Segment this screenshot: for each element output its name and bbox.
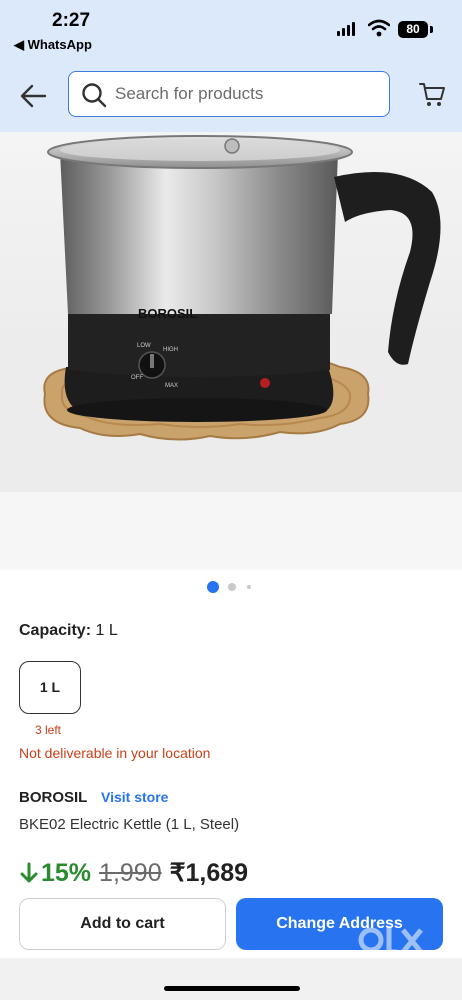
- capacity-value: 1 L: [95, 622, 118, 639]
- original-price: 1,990: [99, 858, 162, 887]
- carousel-indicator[interactable]: [0, 580, 462, 594]
- search-bar[interactable]: [68, 71, 390, 117]
- discount-percent: 15%: [41, 858, 92, 887]
- clock: 2:27: [52, 10, 91, 31]
- add-to-cart-button[interactable]: Add to cart: [19, 898, 226, 950]
- brand-name: BOROSIL: [19, 789, 88, 806]
- capacity-label: Capacity:: [19, 622, 92, 639]
- cellular-signal-icon: [337, 22, 355, 36]
- search-input[interactable]: [115, 72, 375, 115]
- cart-icon[interactable]: [418, 80, 446, 108]
- product-image[interactable]: BOROSIL LOW HIGH OFF MAX: [0, 132, 462, 492]
- status-bar: 2:27 ◀ WhatsApp 80: [0, 0, 462, 62]
- price-row: 15% 1,990 ₹1,689: [19, 855, 248, 891]
- svg-text:OFF: OFF: [131, 375, 143, 381]
- product-title: BKE02 Electric Kettle (1 L, Steel): [19, 816, 240, 833]
- image-gap: [0, 492, 462, 570]
- down-arrow-icon: [20, 862, 38, 883]
- carousel-dot-active[interactable]: [207, 581, 219, 593]
- footer-strip: [0, 958, 462, 1000]
- discount-badge: 15%: [19, 859, 91, 888]
- stock-left: 3 left: [35, 723, 62, 737]
- search-icon: [82, 83, 107, 108]
- visit-store-link[interactable]: Visit store: [101, 789, 168, 805]
- svg-text:LOW: LOW: [137, 343, 151, 349]
- battery-icon: 80: [398, 21, 428, 38]
- kettle-logo: BOROSIL: [138, 306, 197, 321]
- back-arrow-icon[interactable]: [18, 82, 48, 110]
- home-indicator[interactable]: [164, 986, 300, 991]
- capacity-option-1l[interactable]: 1 L: [19, 661, 81, 714]
- svg-text:HIGH: HIGH: [163, 347, 178, 353]
- wifi-icon: [368, 19, 390, 37]
- battery-tip: [430, 26, 433, 33]
- back-to-app-link[interactable]: ◀ WhatsApp: [14, 37, 92, 53]
- svg-text:MAX: MAX: [165, 383, 178, 389]
- kettle-illustration: BOROSIL LOW HIGH OFF MAX: [0, 135, 462, 492]
- carousel-dot[interactable]: [247, 585, 251, 589]
- selling-price: ₹1,689: [169, 859, 249, 887]
- capacity-row: Capacity: 1 L: [19, 622, 118, 640]
- app-header: [0, 62, 462, 132]
- carousel-dot[interactable]: [228, 583, 236, 591]
- delivery-warning: Not deliverable in your location: [19, 745, 211, 761]
